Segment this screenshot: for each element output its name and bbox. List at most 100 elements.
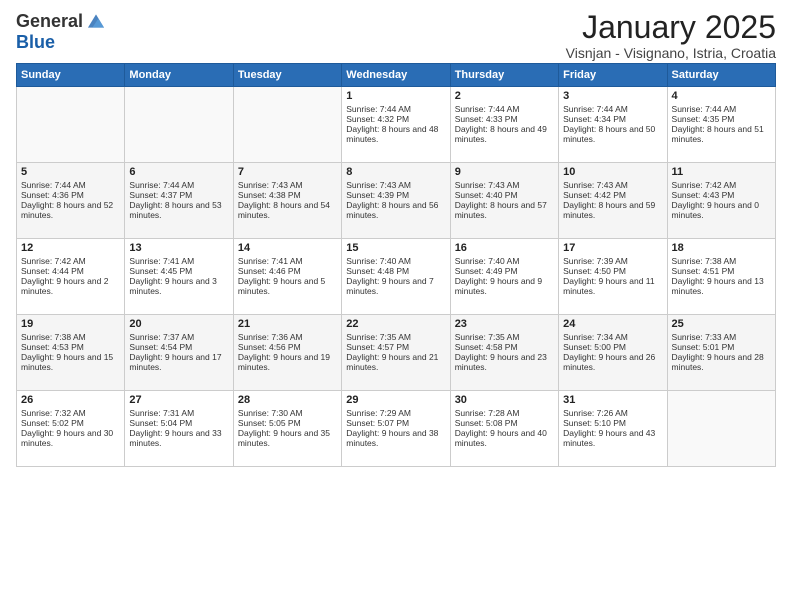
calendar-cell: 31Sunrise: 7:26 AMSunset: 5:10 PMDayligh… xyxy=(559,391,667,467)
day-number: 26 xyxy=(21,394,120,406)
day-info-line: Daylight: 9 hours and 21 minutes. xyxy=(346,352,445,372)
calendar-week-row: 19Sunrise: 7:38 AMSunset: 4:53 PMDayligh… xyxy=(17,315,776,391)
day-info-line: Sunset: 4:40 PM xyxy=(455,190,554,200)
day-number: 17 xyxy=(563,242,662,254)
day-number: 14 xyxy=(238,242,337,254)
day-info-line: Sunset: 5:04 PM xyxy=(129,418,228,428)
day-info-line: Daylight: 9 hours and 7 minutes. xyxy=(346,276,445,296)
title-section: January 2025 Visnjan - Visignano, Istria… xyxy=(566,10,776,61)
day-info-line: Sunrise: 7:34 AM xyxy=(563,332,662,342)
day-info-line: Sunset: 4:39 PM xyxy=(346,190,445,200)
calendar-week-row: 5Sunrise: 7:44 AMSunset: 4:36 PMDaylight… xyxy=(17,163,776,239)
calendar-cell xyxy=(17,87,125,163)
day-info-line: Sunset: 4:50 PM xyxy=(563,266,662,276)
day-number: 9 xyxy=(455,166,554,178)
calendar-cell: 23Sunrise: 7:35 AMSunset: 4:58 PMDayligh… xyxy=(450,315,558,391)
day-info-line: Sunset: 4:51 PM xyxy=(672,266,771,276)
day-number: 19 xyxy=(21,318,120,330)
day-info-line: Sunset: 5:00 PM xyxy=(563,342,662,352)
logo-icon xyxy=(85,10,107,32)
day-info-line: Daylight: 8 hours and 49 minutes. xyxy=(455,124,554,144)
page-container: General Blue January 2025 Visnjan - Visi… xyxy=(0,0,792,477)
day-info-line: Sunset: 4:43 PM xyxy=(672,190,771,200)
calendar-cell: 22Sunrise: 7:35 AMSunset: 4:57 PMDayligh… xyxy=(342,315,450,391)
day-info-line: Sunset: 5:02 PM xyxy=(21,418,120,428)
day-info-line: Daylight: 9 hours and 43 minutes. xyxy=(563,428,662,448)
day-number: 3 xyxy=(563,90,662,102)
calendar-body: 1Sunrise: 7:44 AMSunset: 4:32 PMDaylight… xyxy=(17,87,776,467)
day-info-line: Sunset: 4:35 PM xyxy=(672,114,771,124)
calendar-header: SundayMondayTuesdayWednesdayThursdayFrid… xyxy=(17,64,776,87)
day-number: 15 xyxy=(346,242,445,254)
day-info-line: Sunrise: 7:32 AM xyxy=(21,408,120,418)
day-info-line: Daylight: 9 hours and 30 minutes. xyxy=(21,428,120,448)
day-info-line: Sunset: 4:53 PM xyxy=(21,342,120,352)
calendar-cell: 2Sunrise: 7:44 AMSunset: 4:33 PMDaylight… xyxy=(450,87,558,163)
day-info-line: Sunrise: 7:35 AM xyxy=(455,332,554,342)
day-info-line: Daylight: 9 hours and 26 minutes. xyxy=(563,352,662,372)
day-number: 10 xyxy=(563,166,662,178)
day-info-line: Daylight: 9 hours and 40 minutes. xyxy=(455,428,554,448)
calendar-cell: 7Sunrise: 7:43 AMSunset: 4:38 PMDaylight… xyxy=(233,163,341,239)
day-info-line: Sunset: 4:34 PM xyxy=(563,114,662,124)
calendar-cell: 1Sunrise: 7:44 AMSunset: 4:32 PMDaylight… xyxy=(342,87,450,163)
header: General Blue January 2025 Visnjan - Visi… xyxy=(16,10,776,61)
calendar-cell: 15Sunrise: 7:40 AMSunset: 4:48 PMDayligh… xyxy=(342,239,450,315)
day-info-line: Sunrise: 7:36 AM xyxy=(238,332,337,342)
weekday-header-cell: Friday xyxy=(559,64,667,87)
day-info-line: Sunrise: 7:43 AM xyxy=(455,180,554,190)
day-info-line: Daylight: 9 hours and 35 minutes. xyxy=(238,428,337,448)
day-info-line: Daylight: 8 hours and 53 minutes. xyxy=(129,200,228,220)
day-info-line: Sunrise: 7:28 AM xyxy=(455,408,554,418)
calendar-cell: 30Sunrise: 7:28 AMSunset: 5:08 PMDayligh… xyxy=(450,391,558,467)
calendar-cell: 10Sunrise: 7:43 AMSunset: 4:42 PMDayligh… xyxy=(559,163,667,239)
day-info-line: Sunrise: 7:44 AM xyxy=(455,104,554,114)
calendar-cell: 19Sunrise: 7:38 AMSunset: 4:53 PMDayligh… xyxy=(17,315,125,391)
day-info-line: Sunrise: 7:42 AM xyxy=(672,180,771,190)
day-number: 28 xyxy=(238,394,337,406)
calendar-week-row: 12Sunrise: 7:42 AMSunset: 4:44 PMDayligh… xyxy=(17,239,776,315)
day-info-line: Daylight: 8 hours and 54 minutes. xyxy=(238,200,337,220)
calendar-cell: 20Sunrise: 7:37 AMSunset: 4:54 PMDayligh… xyxy=(125,315,233,391)
day-info-line: Sunset: 5:05 PM xyxy=(238,418,337,428)
day-info-line: Sunrise: 7:33 AM xyxy=(672,332,771,342)
day-info-line: Daylight: 9 hours and 5 minutes. xyxy=(238,276,337,296)
day-info-line: Sunrise: 7:31 AM xyxy=(129,408,228,418)
logo-text-general: General xyxy=(16,11,83,32)
calendar-cell: 9Sunrise: 7:43 AMSunset: 4:40 PMDaylight… xyxy=(450,163,558,239)
day-number: 24 xyxy=(563,318,662,330)
month-title: January 2025 xyxy=(566,10,776,45)
day-info-line: Daylight: 9 hours and 23 minutes. xyxy=(455,352,554,372)
logo-text-blue: Blue xyxy=(16,32,55,53)
day-info-line: Sunset: 4:42 PM xyxy=(563,190,662,200)
day-number: 13 xyxy=(129,242,228,254)
day-number: 16 xyxy=(455,242,554,254)
day-info-line: Sunset: 4:46 PM xyxy=(238,266,337,276)
calendar-cell: 8Sunrise: 7:43 AMSunset: 4:39 PMDaylight… xyxy=(342,163,450,239)
day-info-line: Sunset: 4:37 PM xyxy=(129,190,228,200)
calendar-cell: 29Sunrise: 7:29 AMSunset: 5:07 PMDayligh… xyxy=(342,391,450,467)
weekday-header-cell: Wednesday xyxy=(342,64,450,87)
day-number: 31 xyxy=(563,394,662,406)
day-info-line: Sunrise: 7:35 AM xyxy=(346,332,445,342)
day-info-line: Sunrise: 7:43 AM xyxy=(563,180,662,190)
day-info-line: Sunset: 5:10 PM xyxy=(563,418,662,428)
weekday-header-cell: Monday xyxy=(125,64,233,87)
day-info-line: Sunset: 4:45 PM xyxy=(129,266,228,276)
day-info-line: Sunrise: 7:40 AM xyxy=(346,256,445,266)
day-info-line: Daylight: 9 hours and 33 minutes. xyxy=(129,428,228,448)
calendar-cell: 21Sunrise: 7:36 AMSunset: 4:56 PMDayligh… xyxy=(233,315,341,391)
day-info-line: Sunrise: 7:39 AM xyxy=(563,256,662,266)
day-info-line: Daylight: 9 hours and 3 minutes. xyxy=(129,276,228,296)
day-info-line: Sunrise: 7:30 AM xyxy=(238,408,337,418)
day-info-line: Sunrise: 7:41 AM xyxy=(129,256,228,266)
calendar-cell: 28 Sunrise: 7:30 AMSunset: 5:05 PMDayligh… xyxy=(233,391,341,467)
day-info-line: Daylight: 9 hours and 11 minutes. xyxy=(563,276,662,296)
logo: General Blue xyxy=(16,10,107,53)
calendar-cell: 13 Sunrise: 7:41 AMSunset: 4:45 PMDayligh… xyxy=(125,239,233,315)
calendar-cell: 4Sunrise: 7:44 AMSunset: 4:35 PMDaylight… xyxy=(667,87,775,163)
weekday-header-cell: Thursday xyxy=(450,64,558,87)
day-number: 8 xyxy=(346,166,445,178)
weekday-header-cell: Sunday xyxy=(17,64,125,87)
day-info-line: Sunrise: 7:38 AM xyxy=(672,256,771,266)
